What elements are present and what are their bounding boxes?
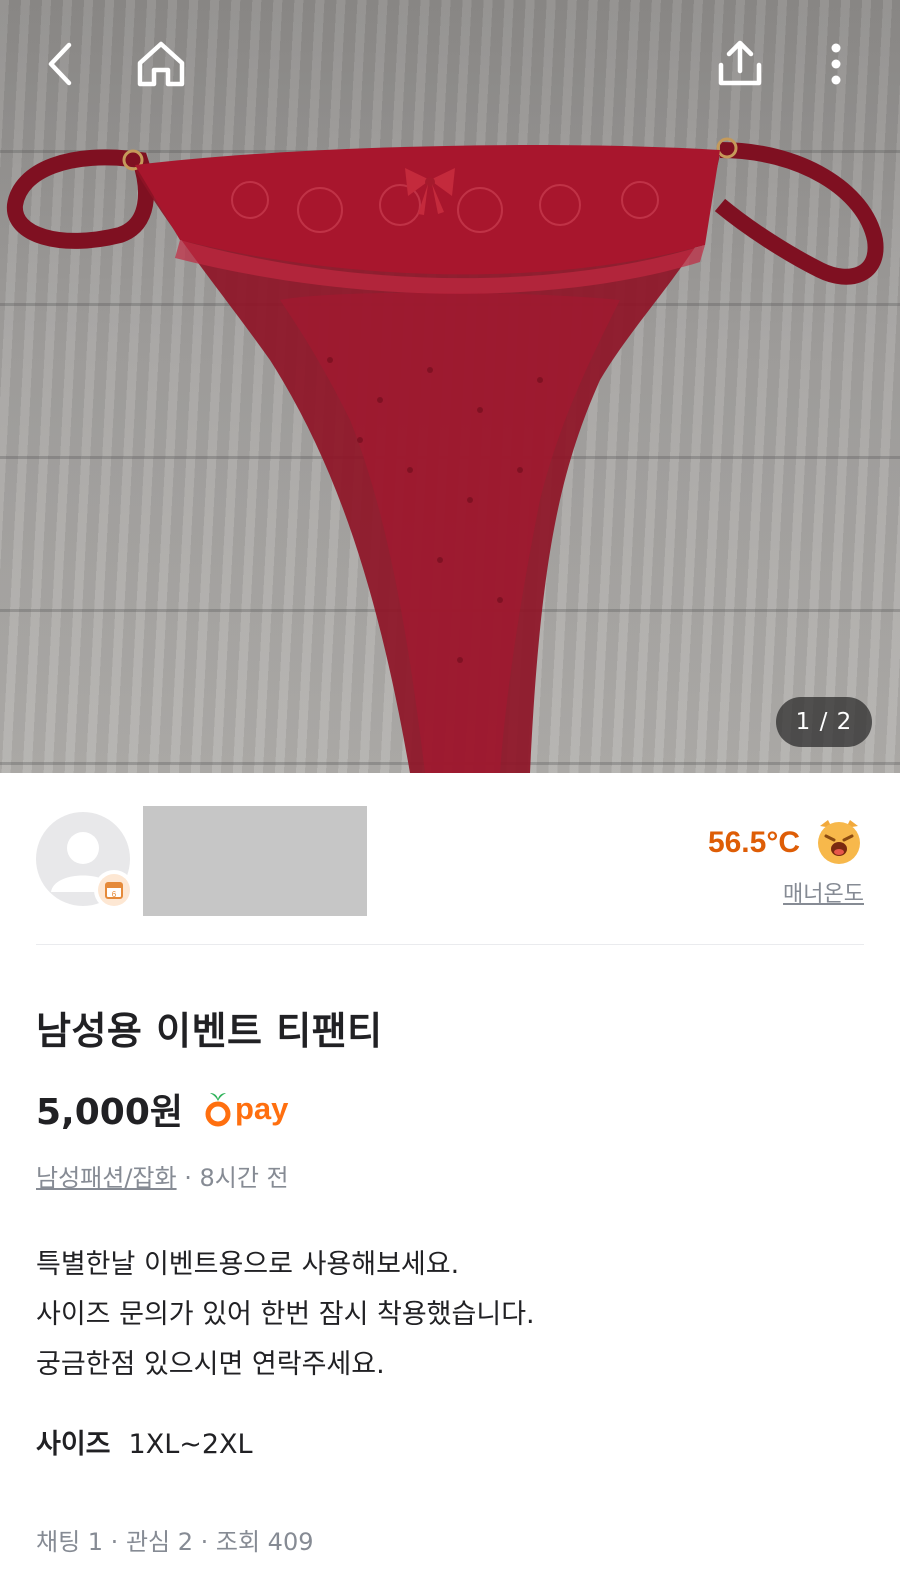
manner-temperature: 56.5°C (707, 826, 800, 859)
pay-label: pay (235, 1091, 289, 1126)
chevron-left-icon (48, 42, 72, 86)
home-icon (137, 41, 185, 87)
home-button[interactable] (133, 36, 189, 92)
share-icon (718, 40, 762, 86)
manner-temperature-link[interactable]: 매너온도 (783, 876, 864, 908)
product-description: 특별한날 이벤트용으로 사용해보세요. 사이즈 문의가 있어 한번 잠시 착용했… (36, 1240, 535, 1390)
svg-text:6: 6 (112, 890, 117, 899)
product-stats: 채팅 1 · 관심 2 · 조회 409 (36, 1528, 314, 1556)
size-label: 사이즈 (36, 1429, 111, 1460)
product-price: 5,000원 (36, 1092, 183, 1133)
image-counter: 1 / 2 (776, 697, 872, 747)
price-row: 5,000원 pay (36, 1085, 288, 1133)
product-meta: 남성패션/잡화 · 8시간 전 (36, 1158, 289, 1193)
carrot-pay-icon (205, 1093, 231, 1127)
category-link[interactable]: 남성패션/잡화 (36, 1164, 177, 1192)
divider (36, 944, 864, 945)
back-button[interactable] (32, 36, 88, 92)
share-button[interactable] (712, 36, 768, 92)
more-vertical-icon (831, 43, 841, 85)
seller-name-redacted (143, 806, 367, 916)
size-value: 1XL~2XL (128, 1429, 253, 1460)
description-line: 사이즈 문의가 있어 한번 잠시 착용했습니다. (36, 1299, 535, 1330)
manner-face-icon (814, 816, 864, 866)
product-image[interactable]: 1 / 2 (0, 0, 900, 773)
product-photo (6, 137, 884, 773)
posted-time: · 8시간 전 (176, 1164, 289, 1192)
description-line: 특별한날 이벤트용으로 사용해보세요. (36, 1249, 460, 1280)
pay-badge: pay (205, 1091, 288, 1127)
product-title: 남성용 이벤트 티팬티 (36, 1009, 383, 1053)
description-line: 궁금한점 있으시면 연락주세요. (36, 1349, 385, 1380)
seller-badge: 6 (94, 870, 134, 910)
calendar-badge-icon: 6 (98, 874, 130, 906)
more-button[interactable] (808, 36, 864, 92)
size-row: 사이즈 1XL~2XL (36, 1422, 253, 1461)
seller-profile[interactable]: 6 56.5°C 매너온도 (36, 806, 864, 928)
